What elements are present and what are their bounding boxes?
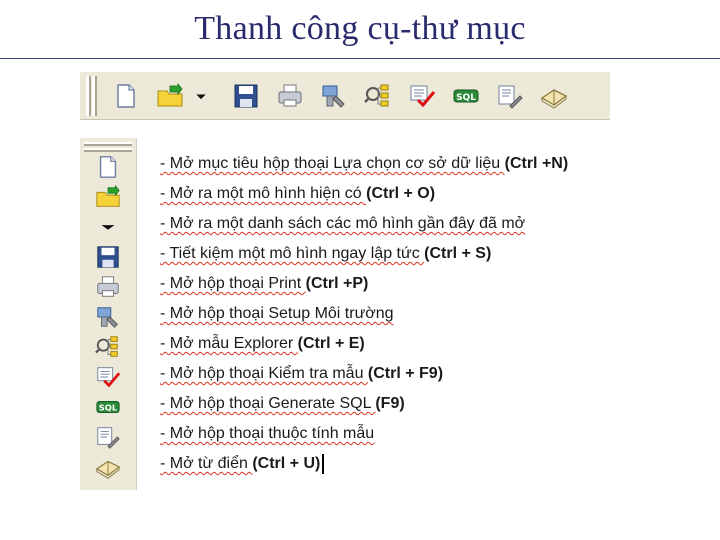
print-icon — [92, 272, 124, 302]
list-item: - Mở mục tiêu hộp thoại Lựa chọn cơ sở d… — [160, 155, 569, 172]
icon-legend-strip: SQL — [80, 138, 137, 490]
explorer-icon[interactable] — [362, 80, 394, 112]
open-folder-icon — [92, 182, 124, 212]
list-item: - Mở ra một danh sách các mô hình gần đâ… — [160, 215, 526, 232]
generate-sql-icon[interactable]: SQL — [450, 80, 482, 112]
check-model-icon — [92, 362, 124, 392]
open-folder-icon[interactable] — [154, 80, 186, 112]
svg-text:SQL: SQL — [456, 93, 476, 103]
generate-sql-icon: SQL — [92, 392, 124, 422]
save-icon — [92, 242, 124, 272]
text-cursor — [322, 454, 325, 474]
list-item: - Mở hộp thoại thuộc tính mẫu — [160, 425, 375, 442]
list-item: - Mở hộp thoại Generate SQL (F9) — [160, 395, 405, 412]
title-divider — [0, 58, 720, 59]
print-icon[interactable] — [274, 80, 306, 112]
slide-title: Thanh công cụ-thư mục — [194, 10, 526, 47]
check-model-icon[interactable] — [406, 80, 438, 112]
dictionary-icon[interactable] — [538, 80, 570, 112]
list-item: - Mở hộp thoại Print (Ctrl +P) — [160, 275, 369, 292]
toolbar-grip-2[interactable] — [92, 76, 97, 116]
dropdown-arrow-icon[interactable] — [192, 80, 210, 112]
toolbar-grip[interactable] — [86, 76, 91, 116]
model-properties-icon — [92, 422, 124, 452]
svg-text:SQL: SQL — [99, 403, 118, 413]
strip-grip[interactable] — [84, 142, 132, 146]
save-icon[interactable] — [230, 80, 262, 112]
new-icon — [92, 152, 124, 182]
dictionary-icon — [92, 452, 124, 482]
dropdown-arrow-icon — [92, 212, 124, 242]
list-item: - Mở ra một mô hình hiện có (Ctrl + O) — [160, 185, 436, 202]
list-item: - Mở hộp thoại Kiểm tra mẫu (Ctrl + F9) — [160, 365, 444, 382]
new-icon[interactable] — [110, 80, 142, 112]
explorer-icon — [92, 332, 124, 362]
list-item: - Tiết kiệm một mô hình ngay lập tức (Ct… — [160, 245, 492, 262]
setup-environment-icon[interactable] — [318, 80, 350, 112]
list-item: - Mở mẫu Explorer (Ctrl + E) — [160, 335, 365, 352]
setup-environment-icon — [92, 302, 124, 332]
list-item: - Mở hộp thoại Setup Môi trường — [160, 305, 394, 322]
model-properties-icon[interactable] — [494, 80, 526, 112]
list-item: - Mở từ điển (Ctrl + U) — [160, 454, 325, 474]
toolbar: SQL — [80, 72, 610, 120]
